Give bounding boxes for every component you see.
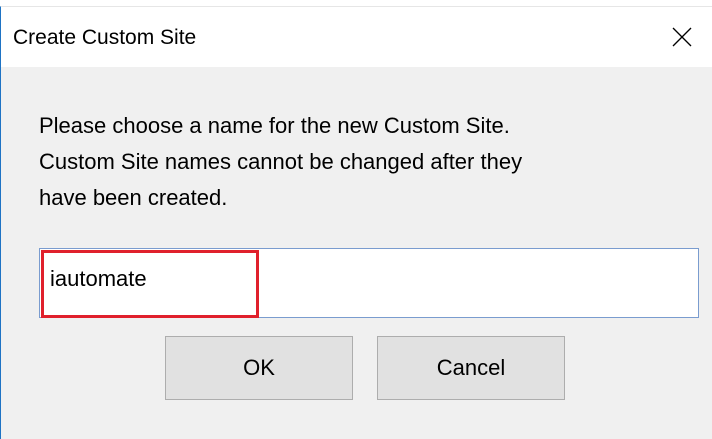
create-custom-site-dialog: Create Custom Site Please choose a name … bbox=[0, 6, 712, 439]
close-button[interactable] bbox=[652, 7, 712, 67]
message-line: have been created. bbox=[39, 185, 228, 210]
cancel-button[interactable]: Cancel bbox=[377, 336, 565, 400]
dialog-titlebar: Create Custom Site bbox=[1, 7, 712, 67]
ok-button[interactable]: OK bbox=[165, 336, 353, 400]
message-line: Custom Site names cannot be changed afte… bbox=[39, 149, 523, 174]
close-icon bbox=[672, 27, 692, 47]
custom-site-name-input[interactable] bbox=[39, 248, 699, 318]
dialog-title: Create Custom Site bbox=[13, 26, 197, 49]
message-line: Please choose a name for the new Custom … bbox=[39, 113, 510, 138]
instruction-message: Please choose a name for the new Custom … bbox=[39, 108, 679, 216]
